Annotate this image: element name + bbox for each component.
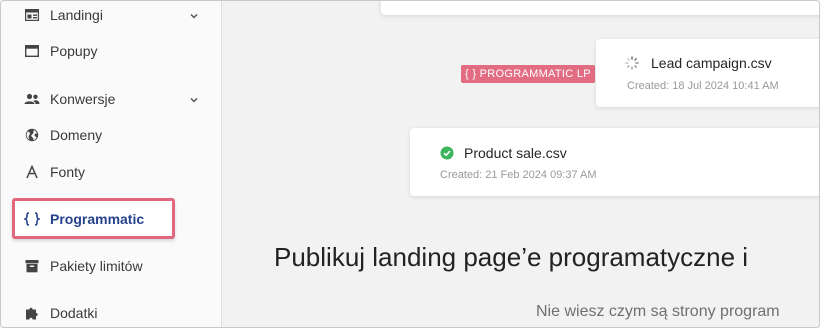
app-window: Landingi Popupy Konwersje Domeny Fonty P… — [0, 0, 820, 328]
globe-icon — [24, 127, 40, 143]
sidebar-item-popupy[interactable]: Popupy — [1, 39, 221, 63]
programmatic-lp-badge: { } PROGRAMMATIC LP — [461, 65, 595, 83]
sidebar-item-fonty[interactable]: Fonty — [1, 160, 221, 184]
font-icon — [24, 164, 40, 180]
main-content: { } PROGRAMMATIC LP Lead campaign.csv Cr… — [222, 1, 819, 327]
file-card[interactable] — [381, 1, 819, 15]
check-circle-icon — [440, 146, 454, 160]
sidebar-item-landingi[interactable]: Landingi — [1, 3, 221, 27]
page-headline: Publikuj landing page’e programatyczne i — [274, 242, 749, 272]
sidebar-item-pakiety[interactable]: Pakiety limitów — [1, 254, 221, 278]
file-created-date: Created: 21 Feb 2024 09:37 AM — [440, 169, 597, 181]
window-icon — [24, 43, 40, 59]
sidebar-item-label: Popupy — [50, 43, 98, 59]
users-icon — [24, 91, 40, 107]
sidebar-item-label: Domeny — [50, 127, 103, 143]
file-name: Lead campaign.csv — [651, 55, 772, 71]
sidebar-item-label: Fonty — [50, 164, 86, 180]
archive-icon — [24, 258, 40, 274]
chevron-down-icon[interactable] — [188, 9, 200, 21]
file-created-date: Created: 18 Jul 2024 10:41 AM — [627, 80, 779, 92]
sidebar-item-label: Konwersje — [50, 91, 116, 107]
sidebar-item-domeny[interactable]: Domeny — [1, 123, 221, 147]
sidebar-item-label: Dodatki — [50, 305, 98, 321]
puzzle-icon — [24, 305, 40, 321]
sidebar-item-label: Landingi — [50, 7, 103, 23]
chevron-down-icon[interactable] — [188, 93, 200, 105]
sidebar-item-dodatki[interactable]: Dodatki — [1, 301, 221, 325]
file-card-lead-campaign[interactable]: Lead campaign.csv Created: 18 Jul 2024 1… — [596, 39, 819, 107]
sidebar: Landingi Popupy Konwersje Domeny Fonty P… — [1, 1, 222, 327]
braces-icon — [24, 211, 40, 227]
loading-spinner-icon — [625, 56, 639, 70]
sidebar-item-programmatic[interactable]: Programmatic — [1, 207, 221, 231]
sidebar-item-label: Programmatic — [50, 211, 145, 227]
page-subheadline: Nie wiesz czym są strony program — [536, 303, 780, 320]
sidebar-item-label: Pakiety limitów — [50, 258, 143, 274]
file-card-product-sale[interactable]: Product sale.csv Created: 21 Feb 2024 09… — [410, 128, 819, 196]
layout-icon — [24, 7, 40, 23]
sidebar-item-konwersje[interactable]: Konwersje — [1, 87, 221, 111]
file-name: Product sale.csv — [464, 145, 567, 161]
